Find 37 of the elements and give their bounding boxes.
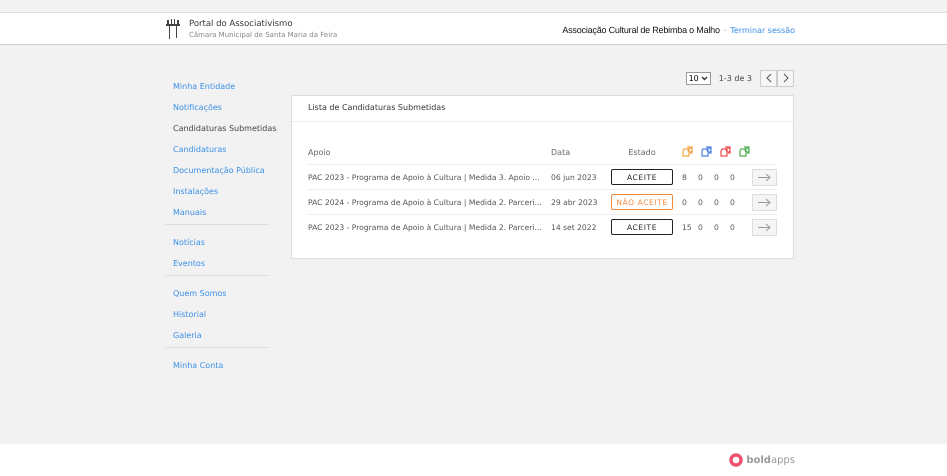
page-size-select[interactable]: 10	[686, 72, 711, 84]
sidebar-item[interactable]: Quem Somos	[165, 287, 277, 308]
sidebar-item[interactable]: Candidaturas Submetidas	[165, 122, 277, 143]
arrow-right-icon	[758, 222, 771, 232]
page-range: 1-3 de 3	[718, 74, 752, 82]
column-header: Estado	[627, 148, 657, 156]
sidebar-item[interactable]: Galeria	[165, 329, 277, 350]
next-page-button[interactable]	[777, 70, 794, 86]
entity-name: Associação Cultural de Rebimba o Malho	[562, 25, 720, 35]
separator-dot: ·	[724, 26, 726, 34]
sidebar-item[interactable]: Notícias	[165, 236, 277, 257]
chevron-right-icon	[782, 73, 788, 83]
sidebar-item[interactable]: Documentação Pública	[165, 164, 277, 185]
open-button[interactable]	[752, 218, 777, 236]
chevron-left-icon	[766, 73, 772, 83]
arrow-right-icon	[758, 198, 771, 206]
open-button[interactable]	[752, 168, 777, 186]
column-header: Data	[551, 148, 572, 156]
sidebar-item[interactable]: Notificações	[165, 101, 277, 122]
logout-link[interactable]: Terminar sessão	[730, 26, 795, 34]
sidebar-item[interactable]: Instalações	[165, 185, 277, 206]
sidebar-item[interactable]: Eventos	[165, 257, 277, 278]
sidebar-item[interactable]: Minha Conta	[165, 359, 277, 380]
arrow-right-icon	[758, 172, 771, 182]
previous-page-button[interactable]	[760, 70, 777, 86]
column-header: Apoio	[308, 148, 332, 156]
sidebar-item[interactable]: Minha Entidade	[165, 80, 277, 101]
tower-logo-icon	[165, 18, 181, 40]
boldapps-logo-icon	[729, 453, 744, 467]
panel-title: Lista de Candidaturas Submetidas	[292, 96, 793, 122]
sidebar-item[interactable]: Candidaturas	[165, 143, 277, 164]
sidebar-item[interactable]: Historial	[165, 308, 277, 329]
chevron-down-icon	[700, 76, 708, 80]
sidebar-item[interactable]: Manuais	[165, 206, 277, 227]
boldapps-logo-text: boldapps	[746, 454, 795, 466]
portal-title: Portal do Associativismo	[189, 18, 294, 28]
open-button[interactable]	[752, 194, 777, 210]
